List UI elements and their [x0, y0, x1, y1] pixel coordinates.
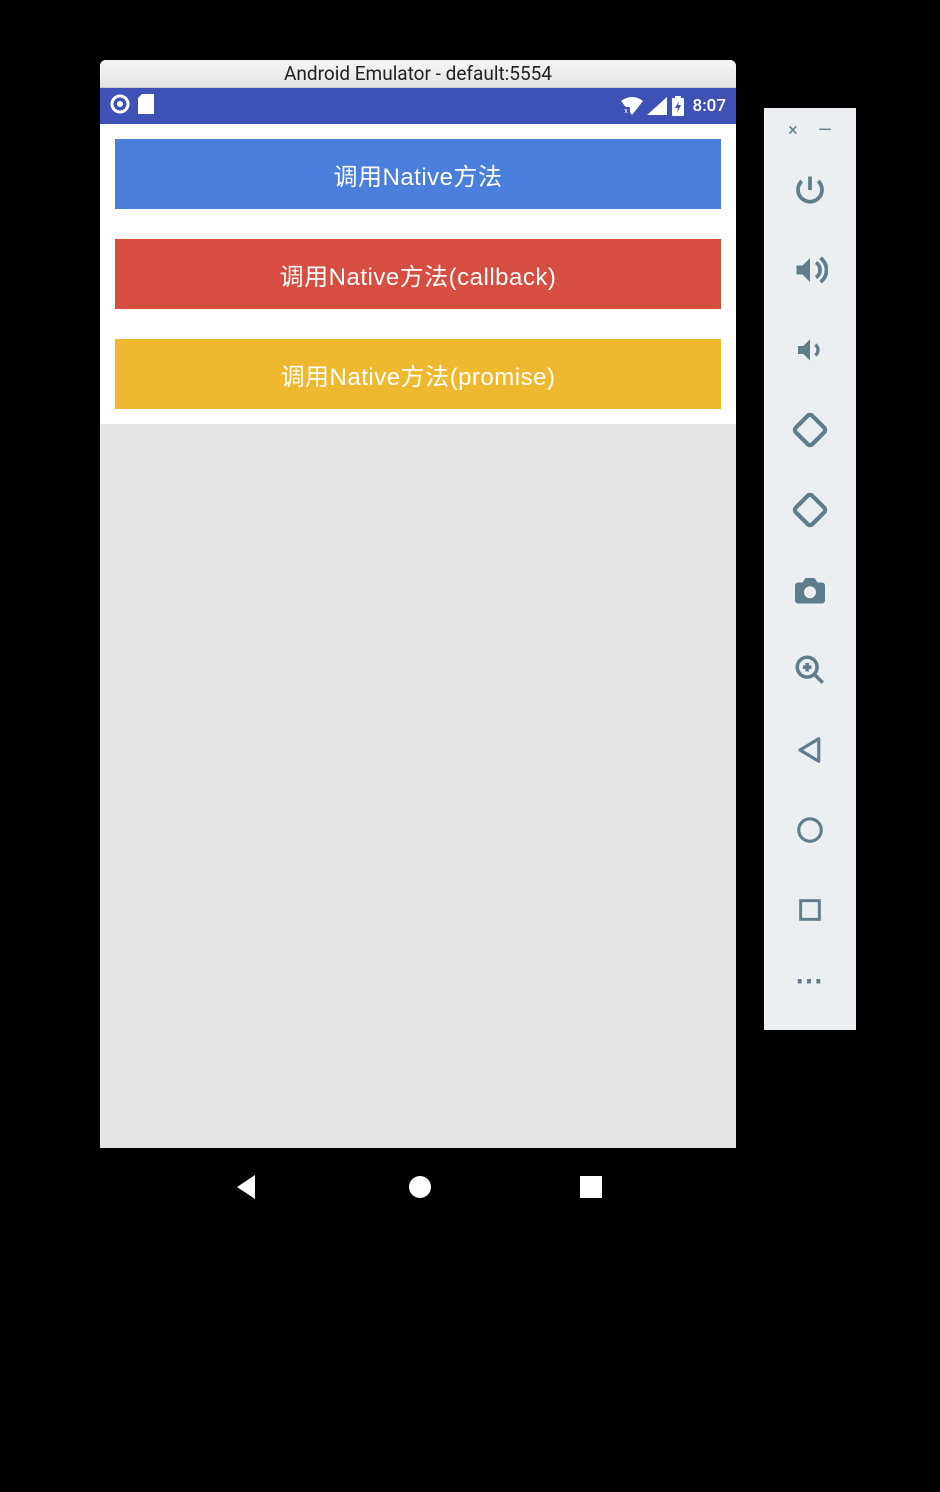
- call-native-button[interactable]: 调用Native方法: [115, 139, 721, 209]
- content-area: 调用Native方法 调用Native方法(callback) 调用Native…: [100, 124, 736, 424]
- call-native-promise-button[interactable]: 调用Native方法(promise): [115, 339, 721, 409]
- signal-icon: [647, 97, 667, 115]
- emulator-toolbar: × — ⋯: [764, 108, 856, 1030]
- app-screen: x 8:07 调用Native方法 调用Native方法(cal: [100, 88, 736, 1148]
- rotate-right-button[interactable]: [764, 470, 856, 550]
- window-title: Android Emulator - default:5554: [284, 62, 552, 85]
- emulator-window: Android Emulator - default:5554 x: [100, 60, 736, 1226]
- status-bar: x 8:07: [100, 88, 736, 124]
- battery-icon: [671, 96, 685, 116]
- window-titlebar[interactable]: Android Emulator - default:5554: [100, 60, 736, 88]
- volume-down-button[interactable]: [764, 310, 856, 390]
- wifi-icon: x: [621, 97, 643, 115]
- home-button[interactable]: [764, 790, 856, 870]
- back-button[interactable]: [764, 710, 856, 790]
- nav-back-button[interactable]: [233, 1173, 261, 1201]
- svg-text:x: x: [624, 107, 628, 115]
- rotate-left-button[interactable]: [764, 390, 856, 470]
- nav-home-button[interactable]: [406, 1173, 434, 1201]
- status-left: [110, 94, 154, 119]
- toolbar-top-controls: × —: [764, 122, 856, 150]
- power-button[interactable]: [764, 150, 856, 230]
- camera-button[interactable]: [764, 550, 856, 630]
- zoom-button[interactable]: [764, 630, 856, 710]
- sd-card-icon: [138, 94, 154, 119]
- button-label: 调用Native方法(callback): [280, 257, 557, 292]
- button-label: 调用Native方法(promise): [281, 357, 556, 392]
- circle-icon: [110, 94, 130, 119]
- device-screen: x 8:07 调用Native方法 调用Native方法(cal: [100, 88, 736, 1226]
- overview-button[interactable]: [764, 870, 856, 950]
- more-icon: ⋯: [795, 964, 825, 997]
- volume-up-button[interactable]: [764, 230, 856, 310]
- clock: 8:07: [693, 96, 726, 116]
- status-right: x 8:07: [621, 96, 726, 116]
- nav-overview-button[interactable]: [579, 1175, 603, 1199]
- call-native-callback-button[interactable]: 调用Native方法(callback): [115, 239, 721, 309]
- more-button[interactable]: ⋯: [764, 950, 856, 1010]
- button-label: 调用Native方法: [333, 157, 502, 192]
- android-navbar: [100, 1148, 736, 1226]
- close-icon[interactable]: ×: [788, 122, 798, 140]
- minimize-icon[interactable]: —: [818, 122, 832, 140]
